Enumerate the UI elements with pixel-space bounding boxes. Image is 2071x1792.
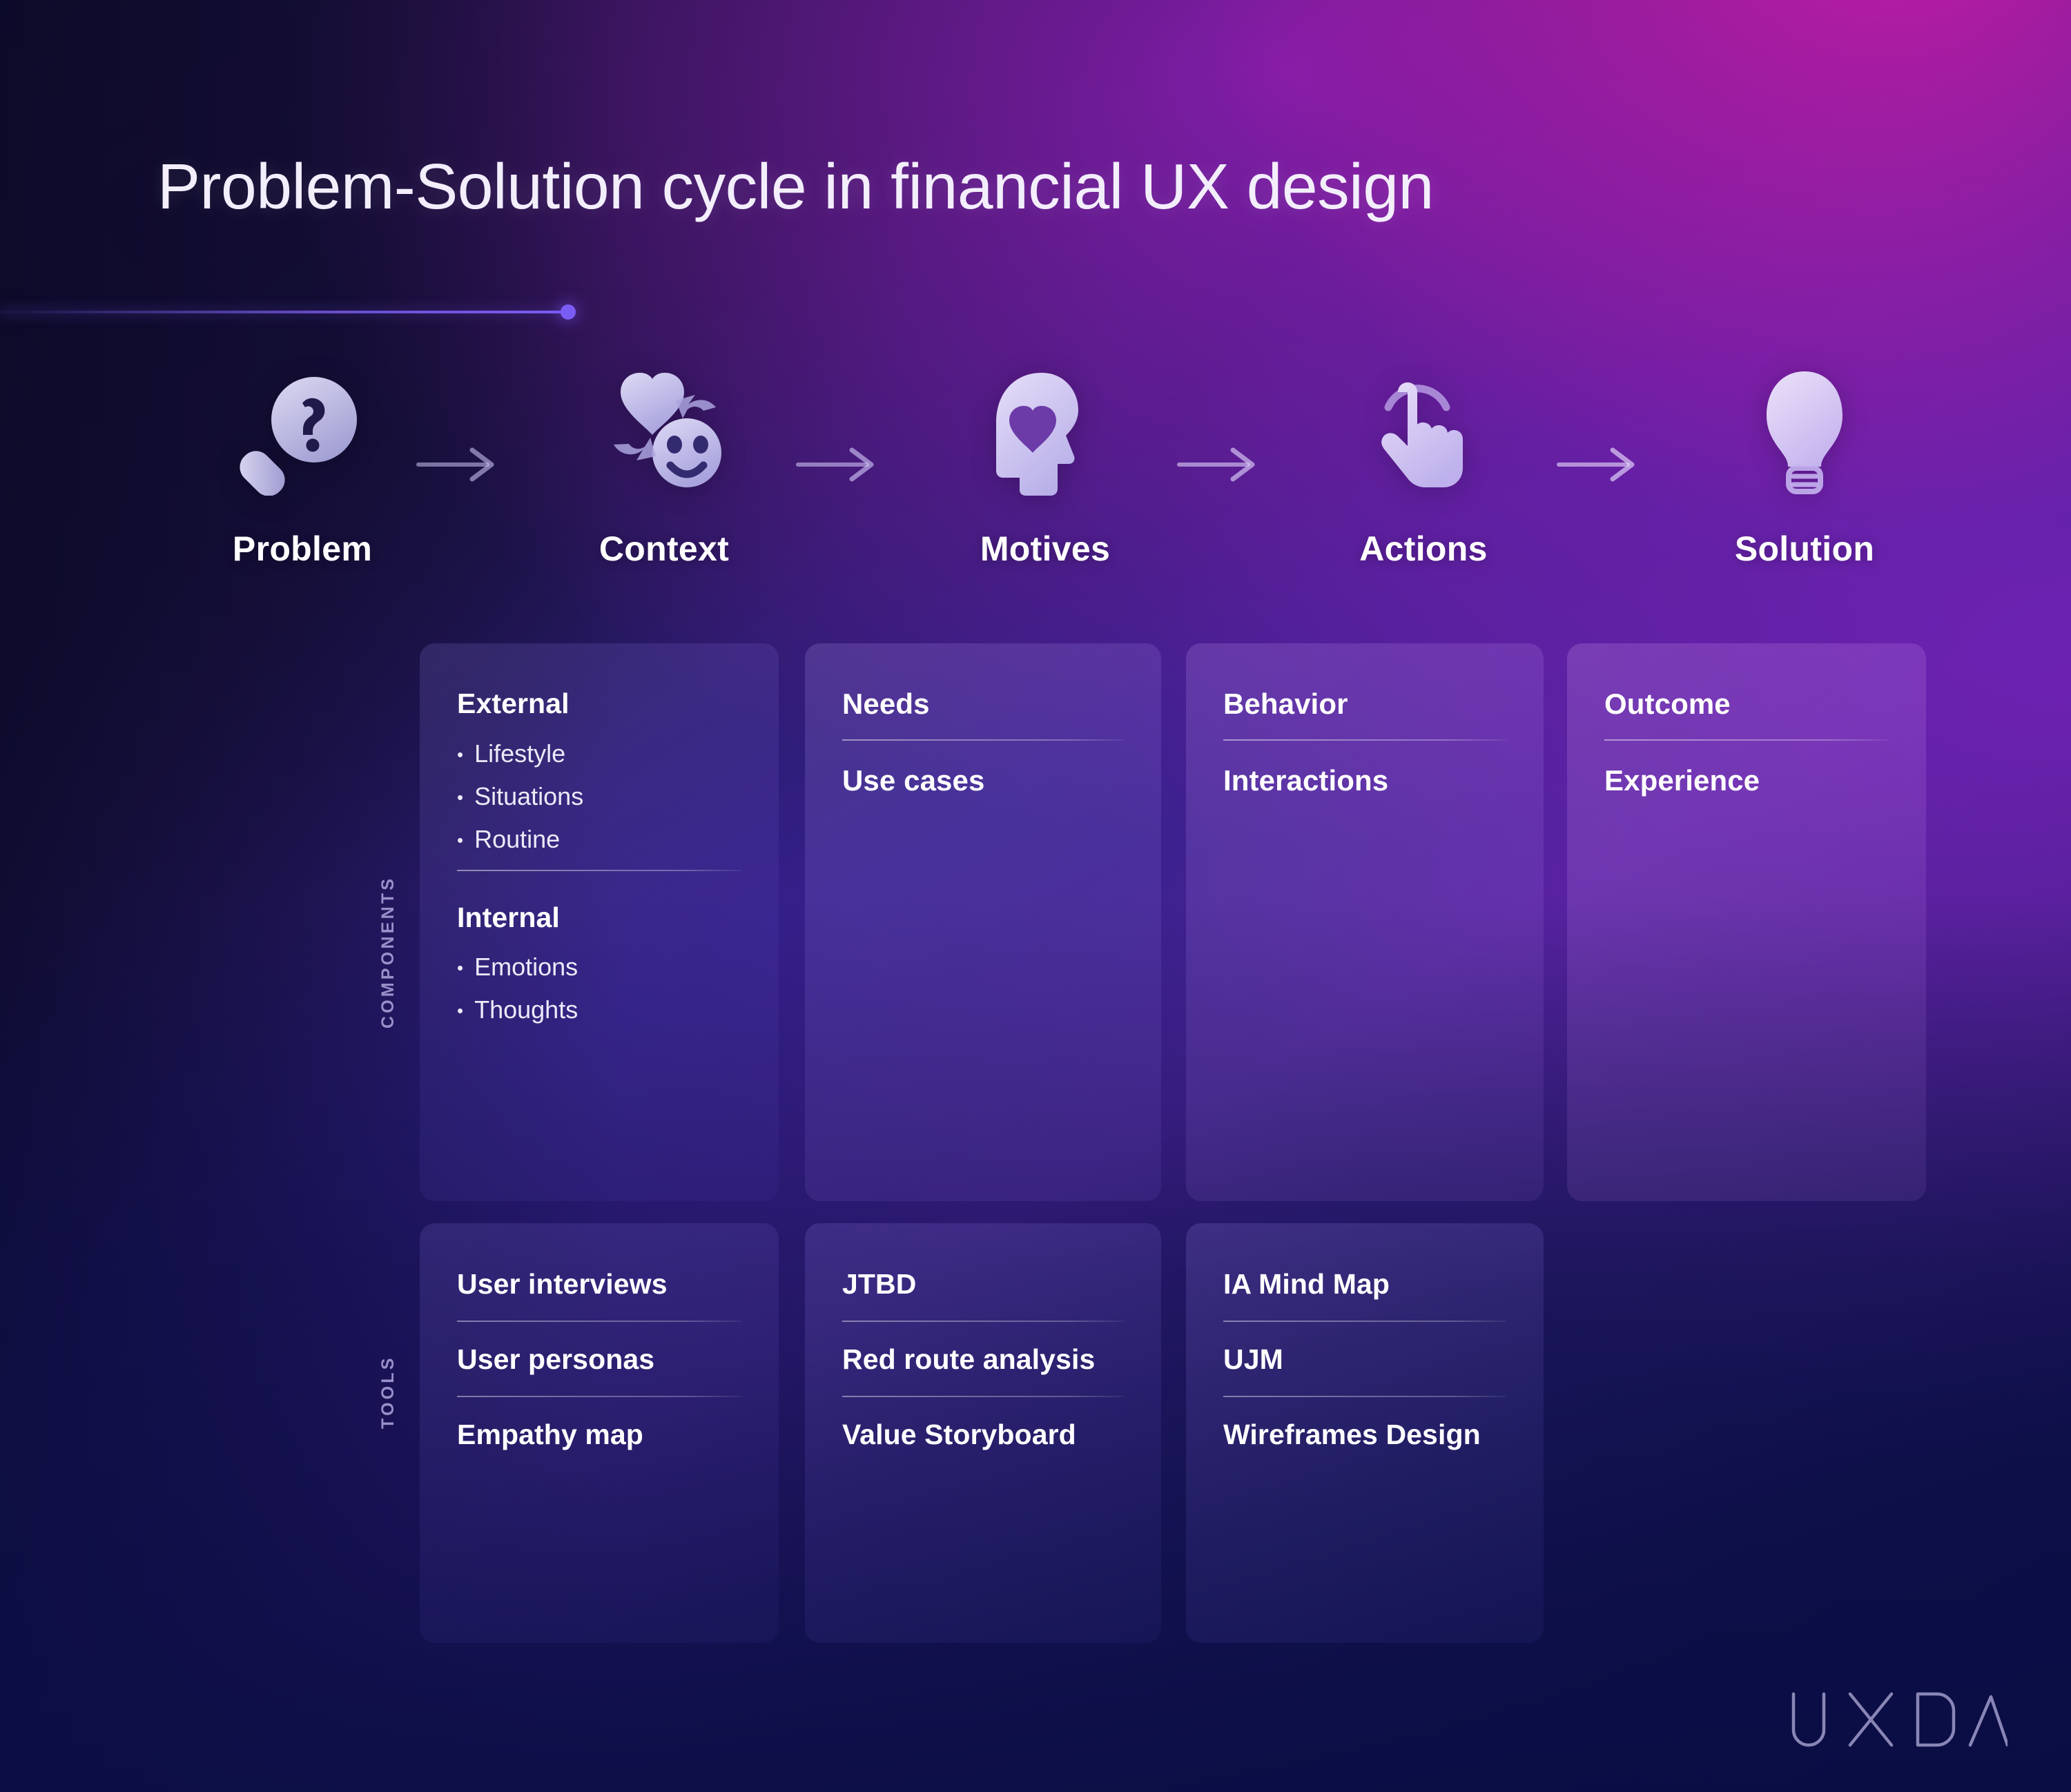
- stage-problem[interactable]: Problem: [192, 366, 413, 601]
- stage-motives[interactable]: Motives: [935, 366, 1156, 601]
- card-components-solution[interactable]: Outcome Experience: [1567, 643, 1926, 1201]
- stage-label: Solution: [1734, 529, 1875, 568]
- list-item-label: Thoughts: [474, 995, 578, 1024]
- tool-item-user-personas: User personas: [457, 1343, 655, 1376]
- accent-rule-dot: [561, 304, 576, 320]
- bullet-dot-icon: •: [457, 957, 464, 979]
- list-item: • Routine: [457, 824, 741, 853]
- list-item: • Situations: [457, 781, 741, 810]
- card-grid: External • Lifestyle • Situations • Rout…: [0, 0, 2071, 1792]
- card-divider: [1223, 739, 1506, 741]
- stage-context[interactable]: Context: [554, 366, 775, 601]
- bullet-dot-icon: •: [457, 743, 464, 765]
- card-item-use-cases: Use cases: [842, 763, 985, 797]
- axis-label-tools: TOOLS: [378, 1355, 398, 1429]
- card-divider: [457, 1396, 741, 1398]
- list-item-label: Lifestyle: [474, 739, 566, 768]
- infographic-canvas: Problem-Solution cycle in financial UX d…: [0, 0, 2071, 1792]
- stage-solution[interactable]: Solution: [1694, 366, 1915, 601]
- card-tools-context[interactable]: User interviews User personas Empathy ma…: [420, 1223, 779, 1643]
- list-item-label: Emotions: [474, 953, 578, 982]
- stage-label: Motives: [980, 529, 1111, 568]
- card-tools-motives[interactable]: JTBD Red route analysis Value Storyboard: [805, 1223, 1161, 1643]
- bullet-list-internal: • Emotions • Thoughts: [457, 955, 741, 1022]
- bullet-dot-icon: •: [457, 829, 464, 850]
- tool-item-value-storyboard: Value Storyboard: [842, 1419, 1076, 1451]
- list-item-label: Routine: [474, 824, 561, 853]
- tool-item-wireframes-design: Wireframes Design: [1223, 1419, 1481, 1451]
- card-divider: [1223, 1396, 1506, 1398]
- stage-actions[interactable]: Actions: [1313, 366, 1534, 601]
- heart-smiley-exchange-icon: [554, 366, 775, 497]
- card-divider: [842, 739, 1124, 741]
- stage-label: Problem: [232, 529, 373, 568]
- arrow-right-icon: [1175, 440, 1265, 489]
- list-item: • Thoughts: [457, 997, 741, 1022]
- card-divider: [842, 1396, 1124, 1398]
- card-item-experience: Experience: [1604, 763, 1760, 797]
- axis-label-components: COMPONENTS: [378, 875, 398, 1029]
- head-heart-icon: [935, 366, 1156, 497]
- stage-label: Context: [599, 529, 730, 568]
- tool-item-empathy-map: Empathy map: [457, 1419, 643, 1451]
- card-divider: [457, 869, 741, 871]
- card-divider: [1223, 1321, 1506, 1323]
- lightbulb-icon: [1694, 366, 1915, 497]
- card-divider: [842, 1321, 1124, 1323]
- tool-item-ujm: UJM: [1223, 1343, 1283, 1376]
- card-components-motives[interactable]: Needs Use cases: [805, 643, 1161, 1201]
- card-components-context[interactable]: External • Lifestyle • Situations • Rout…: [420, 643, 779, 1201]
- tool-item-red-route-analysis: Red route analysis: [842, 1343, 1096, 1376]
- card-item-interactions: Interactions: [1223, 763, 1389, 797]
- tap-finger-icon: [1313, 366, 1534, 497]
- card-components-actions[interactable]: Behavior Interactions: [1186, 643, 1544, 1201]
- card-item-needs: Needs: [842, 688, 930, 720]
- tool-item-jtbd: JTBD: [842, 1268, 917, 1300]
- accent-rule: [0, 311, 567, 313]
- magnifier-question-icon: [192, 366, 413, 497]
- card-heading-external: External: [457, 688, 570, 719]
- card-divider: [457, 1321, 741, 1323]
- stage-label: Actions: [1359, 529, 1488, 568]
- arrow-right-icon: [794, 440, 884, 489]
- tool-item-user-interviews: User interviews: [457, 1268, 668, 1300]
- list-item-label: Situations: [474, 781, 584, 810]
- card-tools-actions[interactable]: IA Mind Map UJM Wireframes Design: [1186, 1223, 1544, 1643]
- bullet-dot-icon: •: [457, 786, 464, 808]
- list-item: • Emotions: [457, 955, 741, 980]
- tool-item-ia-mind-map: IA Mind Map: [1223, 1268, 1390, 1300]
- uxda-logo: [1787, 1688, 2007, 1752]
- card-heading-internal: Internal: [457, 901, 560, 933]
- card-item-outcome: Outcome: [1604, 688, 1731, 720]
- page-title: Problem-Solution cycle in financial UX d…: [157, 150, 1434, 222]
- arrow-right-icon: [1555, 440, 1644, 489]
- card-divider: [1604, 739, 1889, 741]
- stage-row: Problem Context Motives Actions Solution: [62, 366, 2043, 601]
- bullet-list-external: • Lifestyle • Situations • Routine: [457, 741, 741, 852]
- list-item: • Lifestyle: [457, 741, 741, 766]
- card-item-behavior: Behavior: [1223, 688, 1348, 720]
- bullet-dot-icon: •: [457, 1000, 464, 1022]
- arrow-right-icon: [414, 440, 504, 489]
